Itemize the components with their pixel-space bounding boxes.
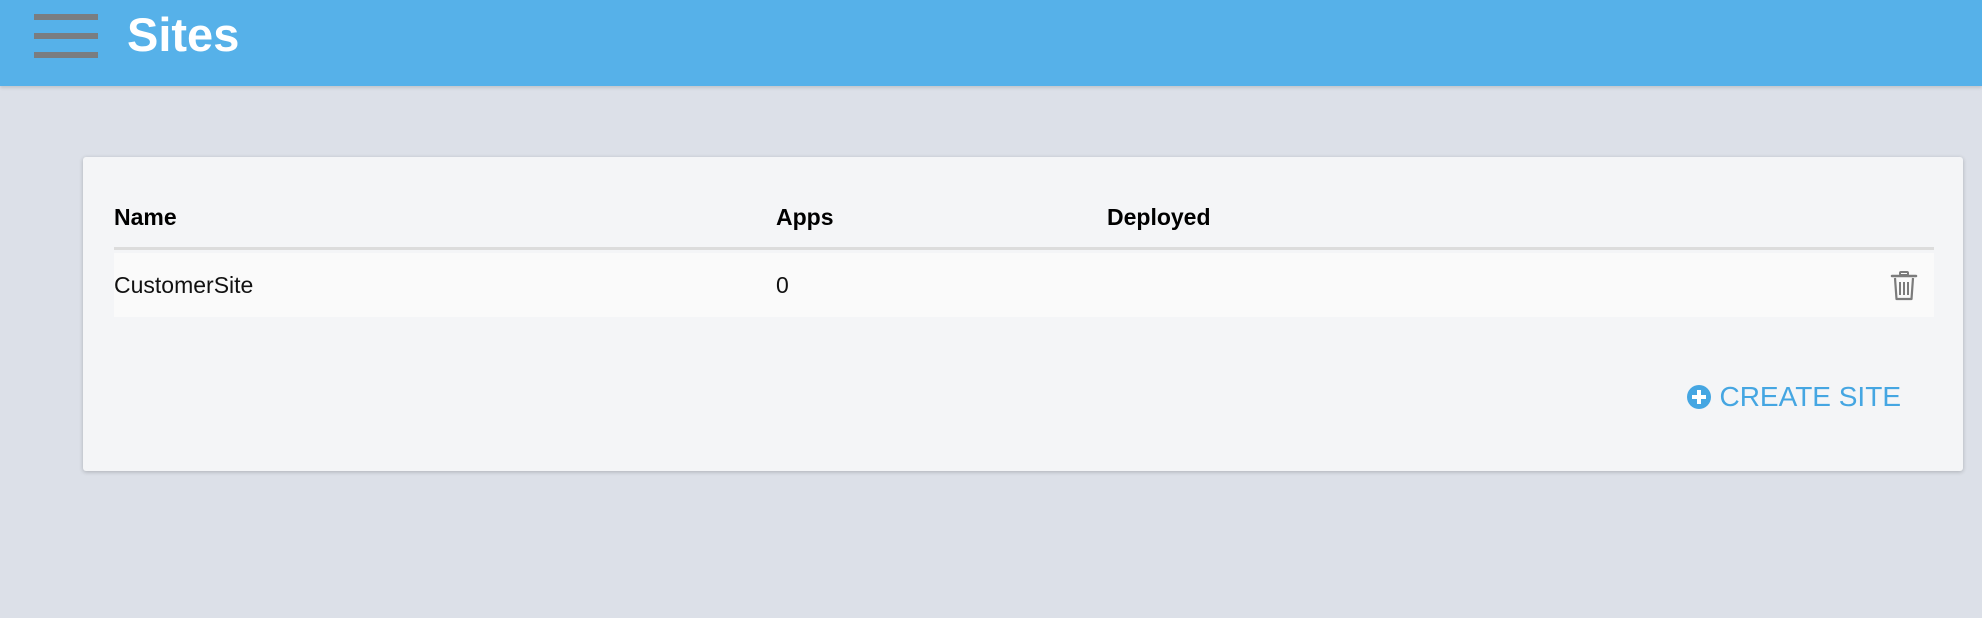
table-header: Name Apps Deployed (114, 197, 1934, 250)
trash-icon[interactable] (1890, 271, 1918, 301)
page-title: Sites (127, 8, 240, 61)
app-header: Sites (0, 0, 1982, 86)
menu-bar (34, 14, 98, 20)
menu-bar (34, 52, 98, 58)
column-header-apps[interactable]: Apps (776, 197, 834, 237)
column-header-name[interactable]: Name (114, 197, 177, 237)
create-site-label: CREATE SITE (1719, 381, 1901, 412)
site-name-cell[interactable]: CustomerSite (114, 253, 253, 317)
create-site-button[interactable]: CREATE SITE (1687, 379, 1901, 415)
site-apps-cell: 0 (776, 272, 789, 298)
table-row[interactable]: CustomerSite 0 (114, 253, 1934, 317)
sites-card: Name Apps Deployed CustomerSite 0 CREATE… (83, 157, 1963, 471)
column-header-deployed[interactable]: Deployed (1107, 197, 1211, 237)
hamburger-menu-icon[interactable] (34, 13, 98, 59)
menu-bar (34, 33, 98, 39)
plus-circle-icon (1687, 385, 1712, 409)
